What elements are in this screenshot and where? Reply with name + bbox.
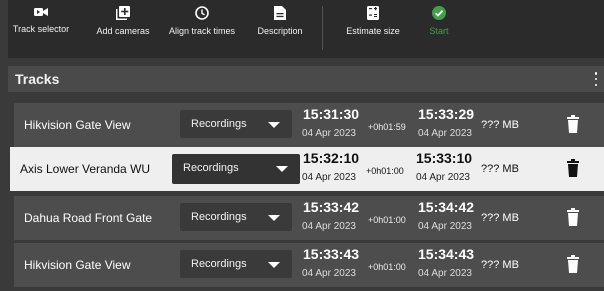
track-row[interactable]: Dahua Road Front Gate Recordings 15:33:4… <box>14 196 604 240</box>
trash-icon[interactable] <box>567 208 579 226</box>
camera-name: Dahua Road Front Gate <box>24 211 153 225</box>
estimated-size: ??? MB <box>481 212 519 224</box>
add-library-icon <box>116 6 130 20</box>
duration: +0h01:00 <box>366 166 404 176</box>
end-time[interactable]: 15:34:43 <box>418 246 474 262</box>
align-track-times-label: Align track times <box>168 26 236 36</box>
end-date[interactable]: 04 Apr 2023 <box>418 221 472 232</box>
duration: +0h01:59 <box>368 122 406 132</box>
estimate-size-button[interactable]: Estimate size <box>344 6 402 52</box>
check-circle-icon <box>432 6 446 20</box>
camera-name: Hikvision Gate View <box>24 258 131 272</box>
end-date[interactable]: 04 Apr 2023 <box>418 268 472 279</box>
end-time[interactable]: 15:34:42 <box>418 199 474 215</box>
chevron-down-icon <box>268 262 280 268</box>
trash-icon[interactable] <box>567 115 579 133</box>
duration: +0h01:00 <box>368 215 406 225</box>
start-time[interactable]: 15:32:10 <box>303 150 359 166</box>
tracks-title: Tracks <box>15 71 60 87</box>
start-date[interactable]: 04 Apr 2023 <box>302 268 356 279</box>
end-time[interactable]: 15:33:10 <box>416 150 472 166</box>
description-label: Description <box>257 26 303 36</box>
tracks-header: Tracks <box>8 66 604 92</box>
estimated-size: ??? MB <box>481 119 519 131</box>
source-select-value: Recordings <box>191 211 247 223</box>
chevron-down-icon <box>268 215 280 221</box>
track-selector-label: Track selector <box>12 24 70 34</box>
camera-name: Hikvision Gate View <box>24 118 131 132</box>
end-date[interactable]: 04 Apr 2023 <box>418 128 472 139</box>
description-button[interactable]: Description <box>252 6 308 52</box>
estimate-size-label: Estimate size <box>346 26 400 36</box>
start-date[interactable]: 04 Apr 2023 <box>302 172 356 183</box>
start-date[interactable]: 04 Apr 2023 <box>302 221 356 232</box>
source-select[interactable]: Recordings <box>180 250 292 278</box>
start-time[interactable]: 15:33:43 <box>303 246 359 262</box>
add-cameras-button[interactable]: Add cameras <box>92 6 154 52</box>
calculator-icon <box>367 6 379 20</box>
start-time[interactable]: 15:33:42 <box>303 199 359 215</box>
source-select-value: Recordings <box>183 162 239 174</box>
start-date[interactable]: 04 Apr 2023 <box>302 128 356 139</box>
start-time[interactable]: 15:31:30 <box>303 106 359 122</box>
add-cameras-label: Add cameras <box>96 26 150 36</box>
track-row[interactable]: Hikvision Gate View Recordings 15:31:30 … <box>14 103 604 147</box>
trash-icon[interactable] <box>567 159 579 177</box>
estimated-size: ??? MB <box>481 163 519 175</box>
chevron-down-icon <box>268 122 280 128</box>
trash-icon[interactable] <box>567 255 579 273</box>
source-select[interactable]: Recordings <box>172 154 300 184</box>
document-icon <box>274 6 286 20</box>
end-time[interactable]: 15:33:29 <box>418 106 474 122</box>
source-select[interactable]: Recordings <box>180 203 292 231</box>
estimated-size: ??? MB <box>481 259 519 271</box>
start-button[interactable]: Start <box>424 6 454 52</box>
source-select[interactable]: Recordings <box>180 110 292 138</box>
video-camera-icon <box>34 8 48 16</box>
start-label: Start <box>429 26 449 36</box>
chevron-down-icon <box>276 166 288 172</box>
end-date[interactable]: 04 Apr 2023 <box>416 172 470 183</box>
more-options-icon[interactable] <box>594 72 598 86</box>
track-row-selected[interactable]: Axis Lower Veranda WU Recordings 15:32:1… <box>10 147 604 191</box>
source-select-value: Recordings <box>191 258 247 270</box>
clock-icon <box>195 6 209 20</box>
source-select-value: Recordings <box>191 118 247 130</box>
align-track-times-button[interactable]: Align track times <box>166 6 238 52</box>
toolbar-divider <box>322 6 323 50</box>
duration: +0h01:00 <box>368 262 406 272</box>
track-selector-button[interactable]: Track selector <box>8 6 74 52</box>
toolbar: Track selector Add cameras Align track t… <box>8 0 604 58</box>
track-row[interactable]: Hikvision Gate View Recordings 15:33:43 … <box>14 243 604 287</box>
camera-name: Axis Lower Veranda WU <box>20 162 151 176</box>
